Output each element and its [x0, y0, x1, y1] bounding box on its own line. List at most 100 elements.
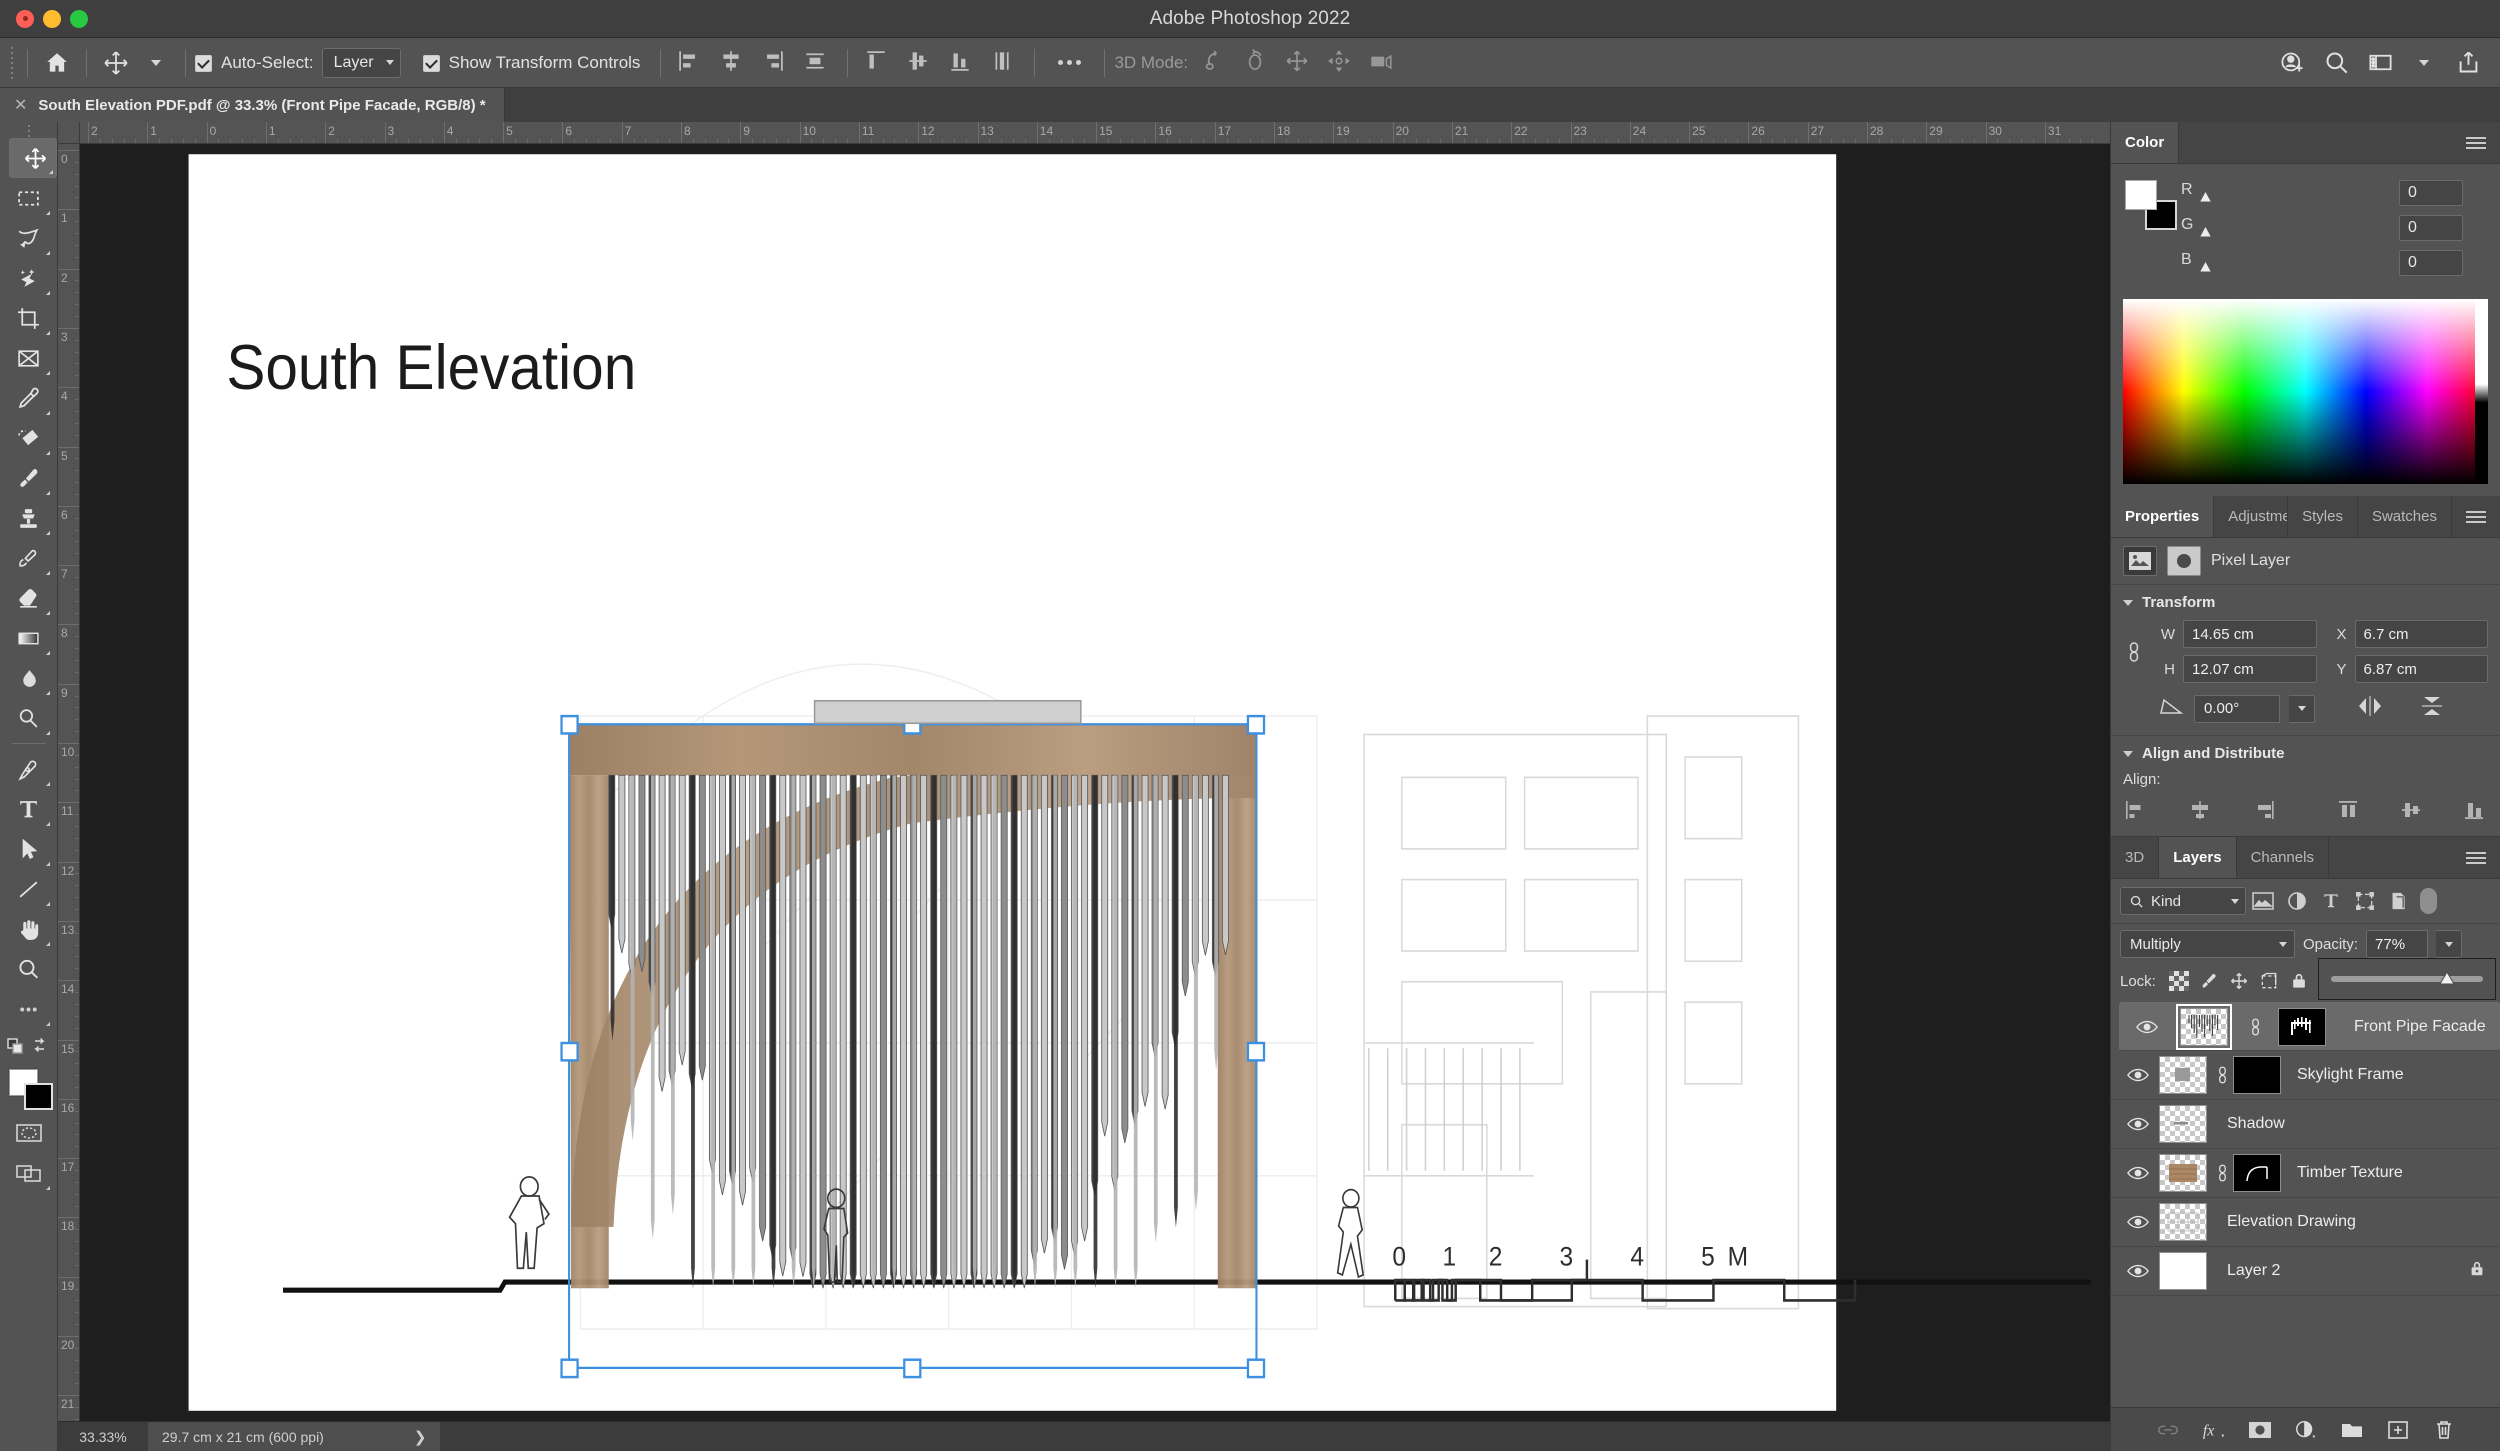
foreground-color-swatch[interactable] [2125, 180, 2157, 210]
height-input[interactable]: 12.07 cm [2183, 655, 2317, 683]
lock-artboard-nesting-icon[interactable] [2254, 968, 2284, 994]
more-options-icon[interactable] [1044, 60, 1095, 65]
panel-menu-icon[interactable] [2452, 496, 2500, 537]
roll-3d-icon[interactable] [1242, 48, 1272, 78]
background-color-swatch[interactable] [23, 1083, 53, 1110]
crop-tool[interactable] [5, 298, 53, 338]
align-bottom-edges-icon[interactable] [947, 48, 977, 78]
layer-visibility-icon[interactable] [2126, 1019, 2168, 1035]
canvas-viewport[interactable]: South Elevation 0 1 2 3 4 5 M [80, 144, 2110, 1421]
opacity-slider-thumb[interactable] [2438, 971, 2455, 985]
filter-toggle-switch[interactable] [2418, 886, 2438, 916]
new-layer-icon[interactable] [2378, 1413, 2418, 1447]
path-selection-tool[interactable] [5, 829, 53, 869]
tab-styles[interactable]: Styles [2288, 496, 2358, 537]
opacity-slider-popup[interactable] [2318, 958, 2496, 1000]
pixel-layer-icon[interactable] [2123, 546, 2157, 576]
layer-name[interactable]: Shadow [2211, 1115, 2500, 1133]
tab-adjustments[interactable]: Adjustme [2214, 496, 2289, 537]
chevron-right-icon[interactable]: ❯ [414, 1428, 427, 1446]
edit-toolbar-tool[interactable] [5, 989, 53, 1029]
hand-tool[interactable] [5, 909, 53, 949]
layer-thumbnail[interactable] [2159, 1252, 2207, 1290]
panel-menu-icon[interactable] [2452, 837, 2500, 878]
layer-name[interactable]: Layer 2 [2211, 1262, 2468, 1280]
filter-smart-object-icon[interactable] [2382, 887, 2416, 915]
filter-shape-icon[interactable] [2348, 887, 2382, 915]
rectangular-marquee-tool[interactable] [5, 178, 53, 218]
blend-mode-dropdown[interactable]: Multiply [2120, 930, 2295, 958]
color-spectrum-ramp[interactable] [2123, 299, 2488, 484]
pen-tool[interactable] [5, 749, 53, 789]
color-swatch-stack[interactable] [2123, 180, 2181, 234]
layer-mask-thumbnail[interactable] [2233, 1056, 2281, 1094]
layer-thumbnail[interactable] [2159, 1203, 2207, 1241]
frame-tool[interactable] [5, 338, 53, 378]
scale-3d-camera-icon[interactable] [1368, 48, 1398, 78]
layer-visibility-icon[interactable] [2117, 1214, 2159, 1230]
slider-thumb-g[interactable] [2198, 225, 2213, 238]
auto-select-checkbox[interactable]: Auto-Select: [195, 53, 314, 73]
quick-mask-mode-button[interactable] [5, 1113, 53, 1153]
new-group-icon[interactable] [2332, 1413, 2372, 1447]
angle-input[interactable]: 0.00° [2194, 694, 2280, 723]
gradient-tool[interactable] [5, 618, 53, 658]
layer-visibility-icon[interactable] [2117, 1067, 2159, 1083]
layer-thumbnail[interactable] [2159, 1056, 2207, 1094]
slider-thumb-b[interactable] [2198, 260, 2213, 273]
slider-row-b[interactable]: B 0 [2181, 250, 2488, 276]
tab-layers[interactable]: Layers [2159, 837, 2237, 878]
document-canvas[interactable]: South Elevation 0 1 2 3 4 5 M [80, 144, 2110, 1421]
distribute-vertically-icon[interactable] [989, 48, 1019, 78]
layer-thumbnail[interactable] [2159, 1105, 2207, 1143]
layer-visibility-icon[interactable] [2117, 1165, 2159, 1181]
layer-thumbnail[interactable] [2159, 1154, 2207, 1192]
options-bar-grip[interactable] [6, 46, 18, 80]
opacity-input[interactable]: 77% [2366, 930, 2429, 958]
horizontal-ruler[interactable]: 2 1 0 1 2 3 4 5 6 7 8 9 10 11 12 13 14 15 16 17 18 19 20 21 22 23… [80, 122, 2110, 144]
tools-panel-grip[interactable] [23, 124, 35, 138]
zoom-tool[interactable] [5, 949, 53, 989]
width-input[interactable]: 14.65 cm [2183, 620, 2317, 648]
layer-name[interactable]: Front Pipe Facade [2338, 1018, 2493, 1036]
layer-name[interactable]: Timber Texture [2281, 1164, 2500, 1182]
layer-list[interactable]: Front Pipe Facade Skylight Frame Shadow [2111, 1002, 2500, 1407]
channel-value-r[interactable]: 0 [2399, 180, 2463, 206]
align-left-edges-icon[interactable] [676, 48, 706, 78]
search-icon[interactable] [2314, 43, 2358, 83]
align-top-edges-icon[interactable] [2334, 796, 2363, 824]
layer-row[interactable]: Timber Texture [2111, 1149, 2500, 1198]
panel-menu-icon[interactable] [2452, 122, 2500, 163]
layer-row[interactable]: Elevation Drawing [2111, 1198, 2500, 1247]
layer-row[interactable]: Shadow [2111, 1100, 2500, 1149]
align-right-edges-icon[interactable] [760, 48, 790, 78]
align-vertical-centers-icon[interactable] [905, 48, 935, 78]
object-selection-tool[interactable] [5, 258, 53, 298]
close-icon[interactable]: ✕ [14, 95, 27, 115]
layer-link-icon[interactable] [2211, 1064, 2233, 1086]
tab-3d[interactable]: 3D [2111, 837, 2160, 878]
home-icon[interactable] [37, 43, 77, 83]
filter-pixel-icon[interactable] [2246, 887, 2280, 915]
add-layer-style-icon[interactable]: fx [2194, 1413, 2234, 1447]
flip-horizontal-icon[interactable] [2355, 694, 2385, 723]
distribute-horizontally-icon[interactable] [802, 48, 832, 78]
layer-filter-kind-dropdown[interactable]: Kind [2120, 887, 2246, 915]
brush-tool[interactable] [5, 458, 53, 498]
type-tool[interactable] [5, 789, 53, 829]
pan-3d-icon[interactable] [1284, 48, 1314, 78]
y-input[interactable]: 6.87 cm [2354, 655, 2488, 683]
layer-row[interactable]: Front Pipe Facade [2119, 1002, 2500, 1051]
align-horizontal-centers-icon[interactable] [2186, 796, 2215, 824]
share-icon[interactable] [2446, 43, 2490, 83]
document-info[interactable]: 29.7 cm x 21 cm (600 ppi) ❯ [148, 1422, 441, 1451]
history-brush-tool[interactable] [5, 538, 53, 578]
document-tab[interactable]: ✕ South Elevation PDF.pdf @ 33.3% (Front… [0, 88, 505, 122]
layer-row[interactable]: Skylight Frame [2111, 1051, 2500, 1100]
tab-swatches[interactable]: Swatches [2357, 496, 2452, 537]
auto-select-scope-dropdown[interactable]: Layer [321, 47, 401, 78]
angle-dropdown-chevron-icon[interactable] [2289, 694, 2315, 723]
show-transform-controls-checkbox[interactable]: Show Transform Controls [422, 53, 640, 73]
vertical-ruler[interactable]: 0 1 2 3 4 5 6 7 8 9 10 11 12 13 14 15 16 17 18 19 20 21 [58, 144, 80, 1421]
layer-mask-thumbnail[interactable] [2233, 1154, 2281, 1192]
